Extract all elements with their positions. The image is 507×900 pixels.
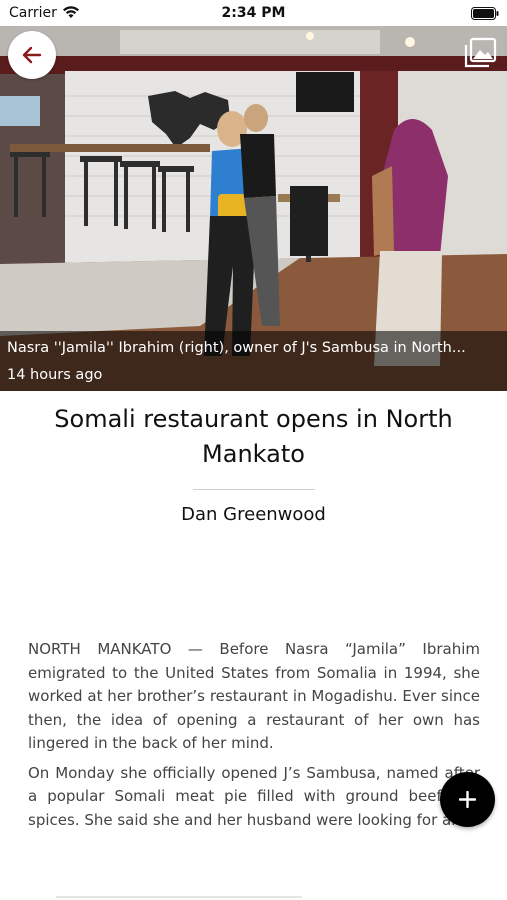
- article-body: NORTH MANKATO — Before Nasra “Jamila” Ib…: [28, 638, 480, 835]
- gallery-button[interactable]: [462, 36, 498, 70]
- article-byline: Dan Greenwood: [181, 504, 326, 525]
- headline-divider: [193, 489, 315, 490]
- back-button[interactable]: [8, 31, 56, 79]
- article-headline: Somali restaurant opens in North Mankato: [54, 405, 453, 468]
- article-body-viewport[interactable]: NORTH MANKATO — Before Nasra “Jamila” Ib…: [0, 630, 507, 835]
- battery-icon: [471, 7, 499, 20]
- hero-image[interactable]: Nasra ''Jamila'' Ibrahim (right), owner …: [0, 26, 507, 391]
- add-button[interactable]: [440, 772, 495, 827]
- image-gallery-icon: [464, 37, 497, 68]
- status-bar: Carrier 2:34 PM: [0, 0, 507, 26]
- article-paragraph: NORTH MANKATO — Before Nasra “Jamila” Ib…: [28, 640, 480, 752]
- photo-caption-bar: Nasra ''Jamila'' Ibrahim (right), owner …: [0, 331, 507, 391]
- status-time: 2:34 PM: [221, 5, 286, 21]
- article-paragraph: On Monday she officially opened J’s Samb…: [28, 763, 480, 829]
- photo-caption: Nasra ''Jamila'' Ibrahim (right), owner …: [7, 340, 466, 356]
- back-arrow-icon: [22, 46, 42, 64]
- timestamp: 14 hours ago: [7, 367, 103, 383]
- plus-icon: [459, 791, 476, 808]
- home-indicator: [56, 896, 302, 898]
